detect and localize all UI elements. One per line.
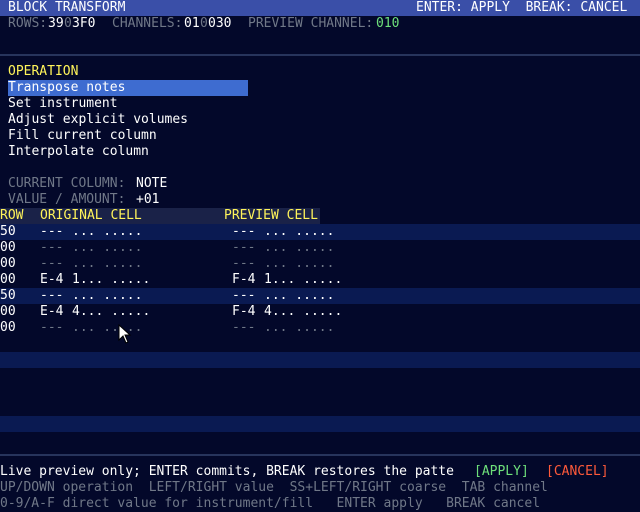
table-row-number: 00 <box>0 304 16 319</box>
preview-cell-rest: ... ..... <box>264 288 335 303</box>
apply-button[interactable]: [APPLY] <box>474 464 529 480</box>
window-title: BLOCK TRANSFORM <box>8 0 126 15</box>
preview-cell-note: --- <box>232 288 256 303</box>
cancel-button[interactable]: [CANCEL] <box>546 464 609 480</box>
table-row-number: 00 <box>0 240 16 255</box>
value-amount-value[interactable]: +01 <box>136 192 159 208</box>
table-row-number: 00 <box>0 256 16 271</box>
empty-row-band <box>0 352 640 368</box>
table-row-number: 00 <box>0 320 16 335</box>
original-cell-note: E-4 <box>40 272 64 287</box>
col-header-row: ROW <box>0 208 24 223</box>
current-column-label: CURRENT COLUMN: <box>8 176 126 191</box>
channels-end: 030 <box>208 16 232 31</box>
rows-start: 39 <box>48 16 64 31</box>
key-hint: ENTER: APPLY BREAK: CANCEL <box>416 0 628 15</box>
footer-divider <box>0 454 640 456</box>
table-row-number: 50 <box>0 224 16 239</box>
help-line-1: UP/DOWN operation LEFT/RIGHT value SS+LE… <box>0 480 548 495</box>
operation-item-set-instrument[interactable]: Set instrument <box>8 96 118 112</box>
original-cell-rest: 4... ..... <box>72 304 151 319</box>
original-cell-note: --- <box>40 240 64 255</box>
preview-cell-rest: ... ..... <box>264 320 335 335</box>
channels-separator: 0 <box>200 16 208 31</box>
preview-cell-rest: 4... ..... <box>264 304 343 319</box>
preview-cell-rest: ... ..... <box>264 224 335 239</box>
original-cell-rest: ... ..... <box>72 256 143 271</box>
preview-cell-note: --- <box>232 240 256 255</box>
footer-message: Live preview only; ENTER commits, BREAK … <box>0 464 454 479</box>
original-cell-rest: ... ..... <box>72 224 143 239</box>
original-cell-note: --- <box>40 320 64 335</box>
rows-end: 3F0 <box>72 16 96 31</box>
original-cell-note: --- <box>40 288 64 303</box>
rows-separator: 0 <box>64 16 72 31</box>
divider <box>0 54 640 56</box>
help-line-2: 0-9/A-F direct value for instrument/fill… <box>0 496 541 511</box>
preview-cell-rest: ... ..... <box>264 240 335 255</box>
current-column-value[interactable]: NOTE <box>136 176 167 192</box>
original-cell-rest: 1... ..... <box>72 272 151 287</box>
table-row-number: 50 <box>0 288 16 303</box>
preview-cell-rest: 1... ..... <box>264 272 343 287</box>
preview-cell-note: --- <box>232 320 256 335</box>
preview-cell-rest: ... ..... <box>264 256 335 271</box>
preview-cell-note: --- <box>232 224 256 239</box>
operation-item-fill-column[interactable]: Fill current column <box>8 128 157 144</box>
original-cell-rest: ... ..... <box>72 288 143 303</box>
empty-row-band <box>0 416 640 432</box>
operation-heading: OPERATION <box>8 64 79 79</box>
preview-cell-note: F-4 <box>232 272 256 287</box>
original-cell-rest: ... ..... <box>72 240 143 255</box>
channels-start: 01 <box>184 16 200 31</box>
rows-label: ROWS: <box>8 16 48 31</box>
original-cell-note: --- <box>40 256 64 271</box>
original-cell-note: E-4 <box>40 304 64 319</box>
preview-cell-note: F-4 <box>232 304 256 319</box>
table-row-number: 00 <box>0 272 16 287</box>
preview-channel-value: 010 <box>376 16 400 31</box>
value-amount-label: VALUE / AMOUNT: <box>8 192 126 207</box>
operation-item-interpolate[interactable]: Interpolate column <box>8 144 149 160</box>
channels-label: CHANNELS: <box>112 16 183 31</box>
col-header-original: ORIGINAL CELL <box>40 208 142 223</box>
operation-item-transpose[interactable]: Transpose notes <box>8 80 248 96</box>
preview-channel-label: PREVIEW CHANNEL: <box>248 16 374 31</box>
mouse-pointer-icon <box>118 324 132 344</box>
preview-cell-note: --- <box>232 256 256 271</box>
operation-item-adjust-volumes[interactable]: Adjust explicit volumes <box>8 112 188 128</box>
col-header-preview: PREVIEW CELL <box>224 208 318 223</box>
original-cell-note: --- <box>40 224 64 239</box>
